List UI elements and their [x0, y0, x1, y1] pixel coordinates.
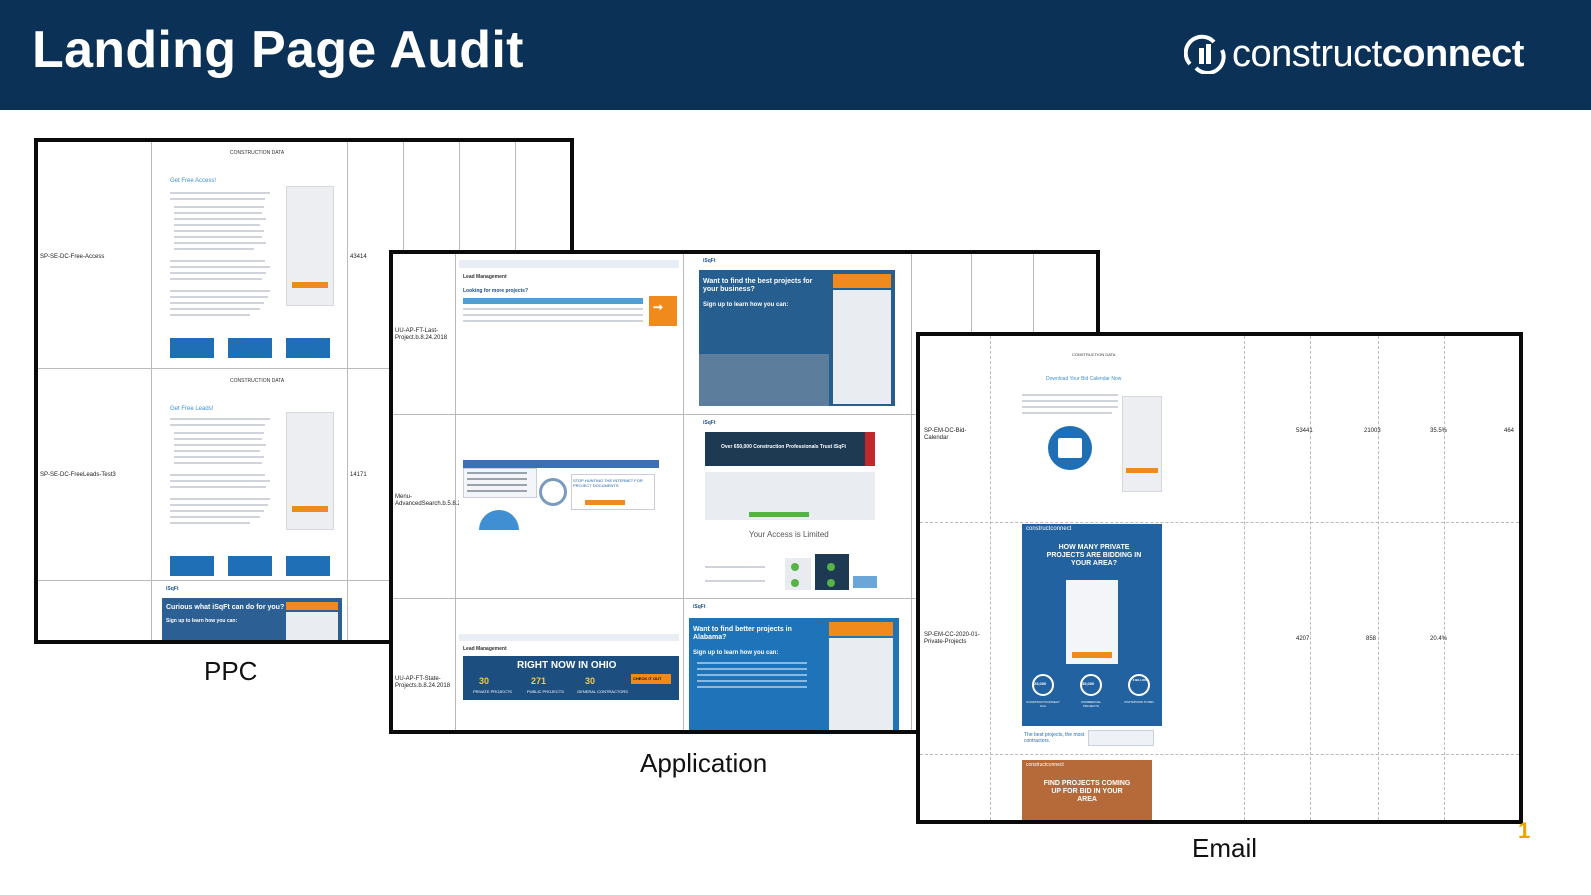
email-value: 4207 [1296, 636, 1310, 642]
email-value: 464 [1504, 428, 1515, 434]
email-value: 53441 [1296, 428, 1313, 434]
thumb-brand: constructconnect [1026, 526, 1072, 532]
logo-light: construct [1232, 32, 1382, 75]
email-stat-num: 6 BILLION [1132, 678, 1148, 682]
slide-title: Landing Page Audit [32, 21, 524, 79]
thumb-brand: iSqFt [703, 258, 716, 264]
application-row-label: UU-AP-FT-State-Projects.b.8.24.2018 [395, 676, 451, 689]
construct-connect-logo-icon [1184, 34, 1226, 74]
thumb-brand: iSqFt [703, 420, 716, 426]
app-ohio-thumbnail: Lead Management RIGHT NOW IN OHIO 30 271… [459, 634, 679, 704]
email-row-label: SP-EM-DC-Bid-Calendar [924, 428, 967, 441]
thumb-sub: Sign up to learn how you can: [166, 618, 238, 624]
thumb-brand: constructconnect [1026, 762, 1064, 768]
email-caption: Email [1192, 833, 1258, 863]
application-row-label: UU-AP-FT-Last-Project.b.8.24.2018 [395, 328, 448, 341]
thumb-heading: Get Free Leads! [170, 406, 214, 412]
email-value: 858 [1366, 636, 1377, 642]
email-screenshot: SP-EM-DC-Bid-Calendar 53441 21003 35.5% … [916, 332, 1523, 824]
ohio-stat-num: 30 [479, 676, 490, 686]
thumb-brand: CONSTRUCTION DATA [230, 150, 285, 156]
thumb-heading: Get Free Access! [170, 178, 217, 184]
slide: Landing Page Audit constructconnect SP-S… [0, 0, 1591, 895]
email-row-label: SP-EM-CC-2020-01-Private-Projects [924, 632, 980, 645]
app-dashboard-thumbnail: Lead Management Looking for more project… [459, 260, 679, 330]
ohio-stat-num: 271 [531, 676, 547, 686]
app-access-thumbnail: iSqFt Over 650,000 Construction Professi… [699, 418, 895, 594]
ppc-row-value: 43414 [350, 254, 367, 260]
ppc-row-label: SP-SE-DC-FreeLeads-Test3 [40, 472, 116, 478]
thumb-heading: Over 650,000 Construction Professionals … [721, 444, 847, 450]
thumb-heading: RIGHT NOW IN OHIO [517, 660, 617, 671]
thumb-brand: CONSTRUCTION DATA [230, 378, 285, 384]
ohio-stat-label: GENERAL CONTRACTORS [577, 689, 628, 694]
thumb-brand: iSqFt [693, 604, 706, 610]
thumb-heading: FIND PROJECTS COMING UP FOR BID IN YOUR … [1043, 780, 1131, 803]
email-stat-num: 25,000 [1034, 681, 1047, 686]
ppc-thumbnail: CONSTRUCTION DATA Get Free Access! [162, 148, 342, 363]
thumb-heading: Looking for more projects? [463, 288, 529, 294]
thumb-footer: The best projects, the most contractors. [1024, 732, 1085, 744]
app-menu-thumbnail: STOP HUNTING THE INTERNET FOR PROJECT DO… [459, 450, 679, 530]
ppc-thumbnail: iSqFt Curious what iSqFt can do for you?… [162, 586, 342, 640]
application-row-label: Menu-AdvancedSearch.b.5.8.2018 [395, 494, 471, 507]
email-stat-label: CONSTRUCTCONNECT GCs [1026, 700, 1060, 708]
ppc-row-value: 14171 [350, 472, 367, 478]
ohio-stat-label: PUBLIC PROJECTS [527, 689, 564, 694]
page-number: 1 [1518, 818, 1531, 843]
check-it-out-button: CHECK IT OUT [633, 676, 662, 681]
email-value: 21003 [1364, 428, 1381, 434]
ohio-stat-label: PRIVATE PROJECTS [473, 689, 512, 694]
thumb-heading: STOP HUNTING THE INTERNET FOR PROJECT DO… [573, 478, 643, 488]
access-limited-text: Your Access is Limited [749, 530, 829, 539]
thumb-heading: Want to find the best projects for your … [703, 278, 813, 293]
thumb-brand: CONSTRUCTION DATA [1072, 352, 1116, 357]
logo-bold: connect [1381, 32, 1525, 75]
logo-wordmark: constructconnect [1232, 33, 1524, 76]
ppc-thumbnail: CONSTRUCTION DATA Get Free Leads! [162, 376, 342, 576]
thumb-sub: Sign up to learn how you can: [703, 302, 789, 308]
email-private-projects-thumbnail: constructconnect HOW MANY PRIVATE PROJEC… [1022, 524, 1162, 728]
thumb-heading: HOW MANY PRIVATE PROJECTS ARE BIDDING IN… [1046, 544, 1142, 567]
ppc-caption: PPC [204, 656, 258, 686]
constructconnect-logo: constructconnect [1184, 32, 1524, 76]
app-signup-thumbnail: iSqFt Want to find the best projects for… [699, 258, 895, 408]
thumb-heading: Want to find better projects in Alabama? [693, 626, 792, 641]
application-caption: Application [640, 748, 768, 778]
email-bid-calendar-thumbnail: CONSTRUCTION DATA Download Your Bid Cale… [1016, 350, 1166, 500]
email-stat-num: 35,000 [1082, 681, 1095, 686]
thumb-sub: Sign up to learn how you can: [693, 650, 779, 656]
email-find-projects-thumbnail: constructconnect FIND PROJECTS COMING UP… [1022, 760, 1152, 820]
ohio-stat-num: 30 [585, 676, 596, 686]
thumb-heading: Curious what iSqFt can do for you? [166, 604, 285, 611]
thumb-brand: iSqFt [166, 586, 179, 592]
header-bar: Landing Page Audit constructconnect [0, 0, 1591, 110]
thumb-heading: Download Your Bid Calendar Now [1046, 376, 1122, 382]
app-alabama-thumbnail: iSqFt Want to find better projects in Al… [689, 604, 899, 730]
email-value: 20.4% [1430, 636, 1448, 642]
ppc-row-label: SP-SE-DC-Free-Access [40, 254, 105, 260]
email-stat-label: COMMERCIAL PROJECTS [1080, 700, 1102, 708]
email-value: 35.5% [1430, 428, 1448, 434]
email-stat-label: INVITATIONS TO BID [1124, 700, 1154, 704]
